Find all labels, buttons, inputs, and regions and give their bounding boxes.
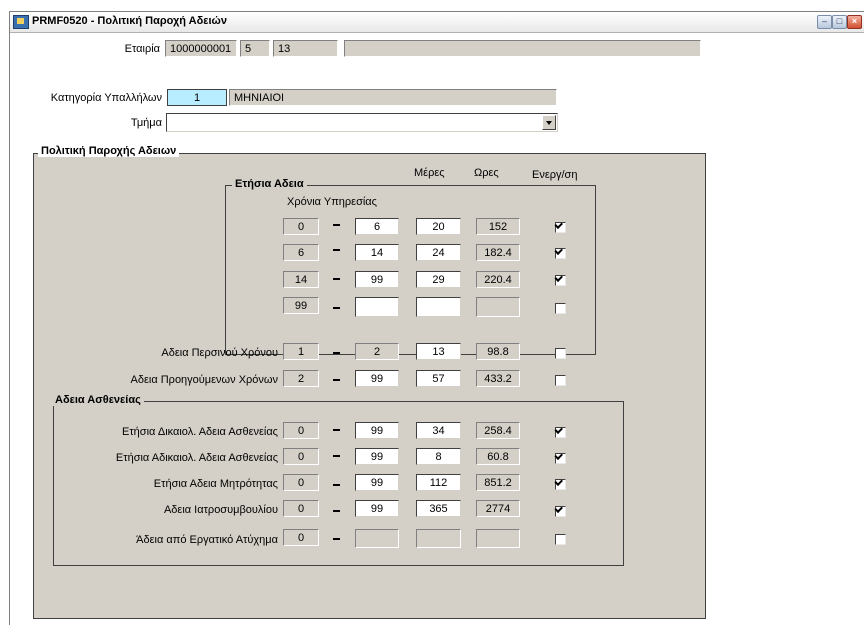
sick-to-input[interactable]: 99 [355,448,399,465]
annual-to-input[interactable] [355,297,399,317]
annual-hours-field[interactable]: 182.4 [476,244,520,261]
department-label: Τμήμα [130,117,162,129]
sick-to-input[interactable]: 99 [355,500,399,517]
sick-leave-label: Άδεια από Εργατικό Ατύχημα [136,534,278,546]
sick-hours-field[interactable]: 258.4 [476,422,520,439]
annual-days-input[interactable]: 20 [416,218,461,235]
annual-active-checkbox[interactable] [555,303,566,314]
sick-leave-label: Αδεια Ιατροσυμβουλίου [163,504,278,516]
annual-to-input[interactable]: 6 [355,218,399,235]
sick-active-checkbox[interactable] [555,479,566,490]
sick-active-checkbox[interactable] [555,427,566,438]
column-days-header: Μέρες [414,167,445,179]
earlier-years-to-input[interactable]: 99 [355,370,399,387]
maximize-button[interactable]: □ [832,15,847,29]
range-dash [333,429,340,431]
years-of-service-header: Χρόνια Υπηρεσίας [287,196,377,208]
sick-hours-field[interactable]: 60.8 [476,448,520,465]
sick-to-input[interactable]: 99 [355,422,399,439]
annual-hours-field[interactable] [476,297,520,317]
chevron-down-icon[interactable] [542,115,556,130]
sick-active-checkbox[interactable] [555,506,566,517]
annual-hours-field[interactable]: 152 [476,218,520,235]
window-title: PRMF0520 - Πολιτική Παροχή Αδειών [32,15,227,27]
annual-from-field[interactable]: 14 [283,271,319,288]
department-select[interactable] [166,113,558,132]
title-bar[interactable]: PRMF0520 - Πολιτική Παροχή Αδειών – □ × [10,12,864,33]
leave-policy-frame-title: Πολιτική Παροχής Αδειων [38,145,180,157]
employee-category-code-input[interactable]: 1 [167,89,227,106]
annual-to-input[interactable]: 99 [355,271,399,288]
company-code-field[interactable]: 1000000001 [165,40,237,57]
earlier-years-days-input[interactable]: 57 [416,370,461,387]
sick-days-input[interactable]: 8 [416,448,461,465]
column-hours-header: Ωρες [474,167,499,179]
range-dash [333,379,340,381]
annual-from-field[interactable]: 0 [283,218,319,235]
sick-from-field[interactable]: 0 [283,529,319,546]
annual-days-input[interactable]: 24 [416,244,461,261]
annual-active-checkbox[interactable] [555,248,566,259]
annual-from-field[interactable]: 6 [283,244,319,261]
employee-category-name-field[interactable]: ΜΗΝΙΑΙΟΙ [229,89,557,106]
annual-hours-field[interactable]: 220.4 [476,271,520,288]
range-dash [333,307,340,309]
range-dash [333,455,340,457]
sick-leave-label: Ετήσια Δικαιολ. Αδεια Ασθενείας [122,426,278,438]
sick-leave-group-title: Αδεια Ασθενείας [52,394,144,406]
employee-category-label: Κατηγορία Υπαλλήλων [50,92,162,104]
previous-year-days-input[interactable]: 13 [416,343,461,360]
earlier-years-from-field[interactable]: 2 [283,370,319,387]
company-name-field[interactable] [344,40,701,57]
department-value [167,114,175,131]
annual-leave-group-title: Ετήσια Αδεια [232,178,307,190]
sick-leave-label: Ετήσια Αδικαιολ. Αδεια Ασθενείας [115,452,278,464]
sick-active-checkbox[interactable] [555,453,566,464]
sick-from-field[interactable]: 0 [283,500,319,517]
range-dash [333,484,340,486]
annual-leave-group: Ετήσια Αδεια [225,178,596,355]
range-dash [333,224,340,226]
close-button[interactable]: × [847,15,862,29]
column-active-header: Ενεργ/ση [532,169,578,181]
minimize-button[interactable]: – [817,15,832,29]
range-dash [333,278,340,280]
company-label: Εταιρία [124,43,160,55]
sick-to-field[interactable] [355,529,399,548]
sick-from-field[interactable]: 0 [283,474,319,491]
previous-year-leave-label: Αδεια Περσινού Χρόνου [161,347,278,359]
sick-days-input[interactable]: 365 [416,500,461,517]
sick-days-input[interactable]: 112 [416,474,461,491]
sick-active-checkbox[interactable] [555,534,566,545]
previous-year-from-field[interactable]: 1 [283,343,319,360]
previous-year-to-field[interactable]: 2 [355,343,399,360]
range-dash [333,510,340,512]
annual-from-field[interactable]: 99 [283,297,319,314]
sick-hours-field[interactable]: 2774 [476,500,520,517]
earlier-years-hours-field[interactable]: 433.2 [476,370,520,387]
company-field-2[interactable]: 5 [240,40,270,57]
range-dash [333,352,340,354]
annual-days-input[interactable]: 29 [416,271,461,288]
previous-year-hours-field[interactable]: 98.8 [476,343,520,360]
sick-days-input[interactable]: 34 [416,422,461,439]
annual-active-checkbox[interactable] [555,222,566,233]
annual-to-input[interactable]: 14 [355,244,399,261]
annual-days-input[interactable] [416,297,461,317]
annual-active-checkbox[interactable] [555,275,566,286]
company-field-3[interactable]: 13 [273,40,338,57]
sick-hours-field[interactable] [476,529,520,548]
previous-year-active-checkbox[interactable] [555,348,566,359]
app-icon [13,15,29,29]
earlier-years-active-checkbox[interactable] [555,375,566,386]
sick-from-field[interactable]: 0 [283,422,319,439]
sick-from-field[interactable]: 0 [283,448,319,465]
sick-hours-field[interactable]: 851.2 [476,474,520,491]
range-dash [333,249,340,251]
sick-leave-label: Ετήσια Αδεια Μητρότητας [153,478,278,490]
sick-to-input[interactable]: 99 [355,474,399,491]
earlier-years-leave-label: Αδεια Προηγούμενων Χρόνων [130,374,278,386]
range-dash [333,538,340,540]
sick-days-field[interactable] [416,529,461,548]
